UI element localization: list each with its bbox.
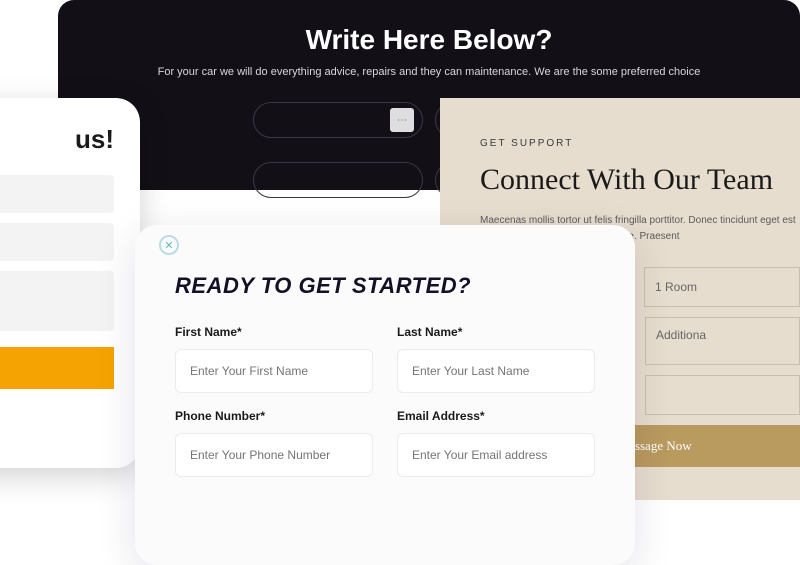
field-first-name: First Name*: [175, 325, 373, 393]
dark-input-icon[interactable]: ⋯: [253, 102, 423, 138]
beige-title: Connect With Our Team: [480, 163, 800, 197]
email-label: Email Address*: [397, 409, 595, 423]
mail-input[interactable]: [0, 223, 114, 261]
orange-contact-card: us! SUBMIT: [0, 98, 140, 468]
beige-room-select[interactable]: 1 Room: [644, 267, 800, 307]
last-name-input[interactable]: [397, 349, 595, 393]
first-name-input[interactable]: [175, 349, 373, 393]
dark-input-blank[interactable]: [253, 162, 423, 198]
last-name-label: Last Name*: [397, 325, 595, 339]
center-title: READY TO GET STARTED?: [175, 273, 595, 299]
field-email: Email Address*: [397, 409, 595, 477]
email-input[interactable]: [397, 433, 595, 477]
field-last-name: Last Name*: [397, 325, 595, 393]
dark-subtitle: For your car we will do everything advic…: [82, 66, 776, 78]
center-form-card: ✕ READY TO GET STARTED? First Name* Last…: [135, 225, 635, 565]
close-icon[interactable]: ✕: [159, 235, 179, 255]
beige-additional-input[interactable]: Additiona: [645, 317, 800, 365]
phone-label: Phone Number*: [175, 409, 373, 423]
field-phone: Phone Number*: [175, 409, 373, 477]
phone-input[interactable]: [175, 433, 373, 477]
name-input[interactable]: [0, 175, 114, 213]
beige-input-4[interactable]: [645, 375, 800, 415]
submit-button[interactable]: SUBMIT: [0, 347, 114, 389]
first-name-label: First Name*: [175, 325, 373, 339]
keyboard-icon: ⋯: [390, 108, 414, 132]
orange-title: us!: [0, 124, 114, 155]
center-form-grid: First Name* Last Name* Phone Number* Ema…: [175, 325, 595, 477]
dark-title: Write Here Below?: [82, 24, 776, 56]
message-input[interactable]: [0, 271, 114, 331]
beige-eyebrow: GET SUPPORT: [480, 138, 800, 149]
